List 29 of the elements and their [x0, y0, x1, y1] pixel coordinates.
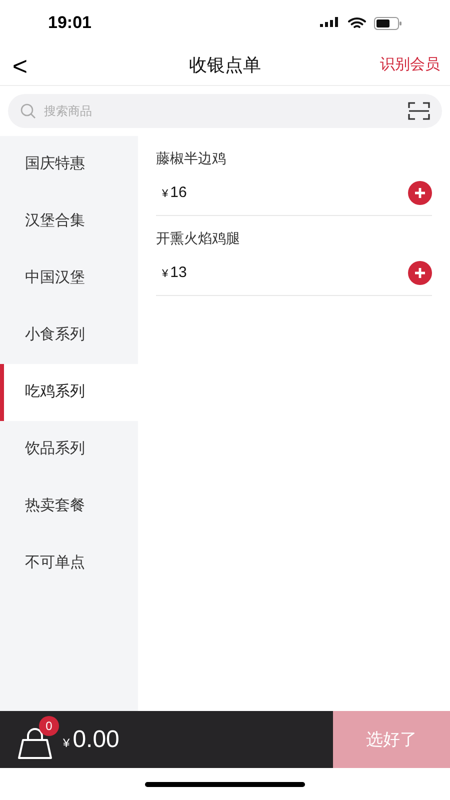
plus-icon [413, 266, 427, 280]
search-field[interactable]: 搜索商品 [44, 102, 400, 120]
category-item[interactable]: 吃鸡系列 [0, 364, 138, 421]
category-item[interactable]: 不可单点 [0, 535, 138, 592]
signal-icon [320, 17, 340, 29]
product-price: ¥16 [161, 183, 187, 203]
add-button[interactable] [408, 261, 432, 285]
cart-count-badge: 0 [39, 716, 59, 736]
category-item[interactable]: 小食系列 [0, 307, 138, 364]
battery-icon [374, 16, 402, 30]
product-name: 开熏火焰鸡腿 [156, 229, 241, 248]
status-time: 19:01 [48, 12, 92, 34]
search-bar[interactable]: 搜索商品 [8, 94, 442, 128]
back-button[interactable]: < [10, 52, 30, 78]
cart-total: ¥0.00 [63, 724, 120, 754]
page-title: 收银点单 [189, 54, 261, 77]
product-price: ¥13 [161, 263, 187, 283]
category-item[interactable]: 汉堡合集 [0, 193, 138, 250]
wifi-icon [348, 16, 366, 30]
category-item[interactable]: 中国汉堡 [0, 250, 138, 307]
plus-icon [413, 186, 427, 200]
scan-icon[interactable] [408, 102, 430, 120]
category-item[interactable]: 热卖套餐 [0, 478, 138, 535]
category-item[interactable]: 饮品系列 [0, 421, 138, 478]
product-name: 藤椒半边鸡 [156, 149, 227, 168]
search-icon [20, 103, 36, 119]
add-button[interactable] [408, 181, 432, 205]
category-item[interactable]: 国庆特惠 [0, 136, 138, 193]
identify-member-link[interactable]: 识别会员 [380, 54, 440, 77]
